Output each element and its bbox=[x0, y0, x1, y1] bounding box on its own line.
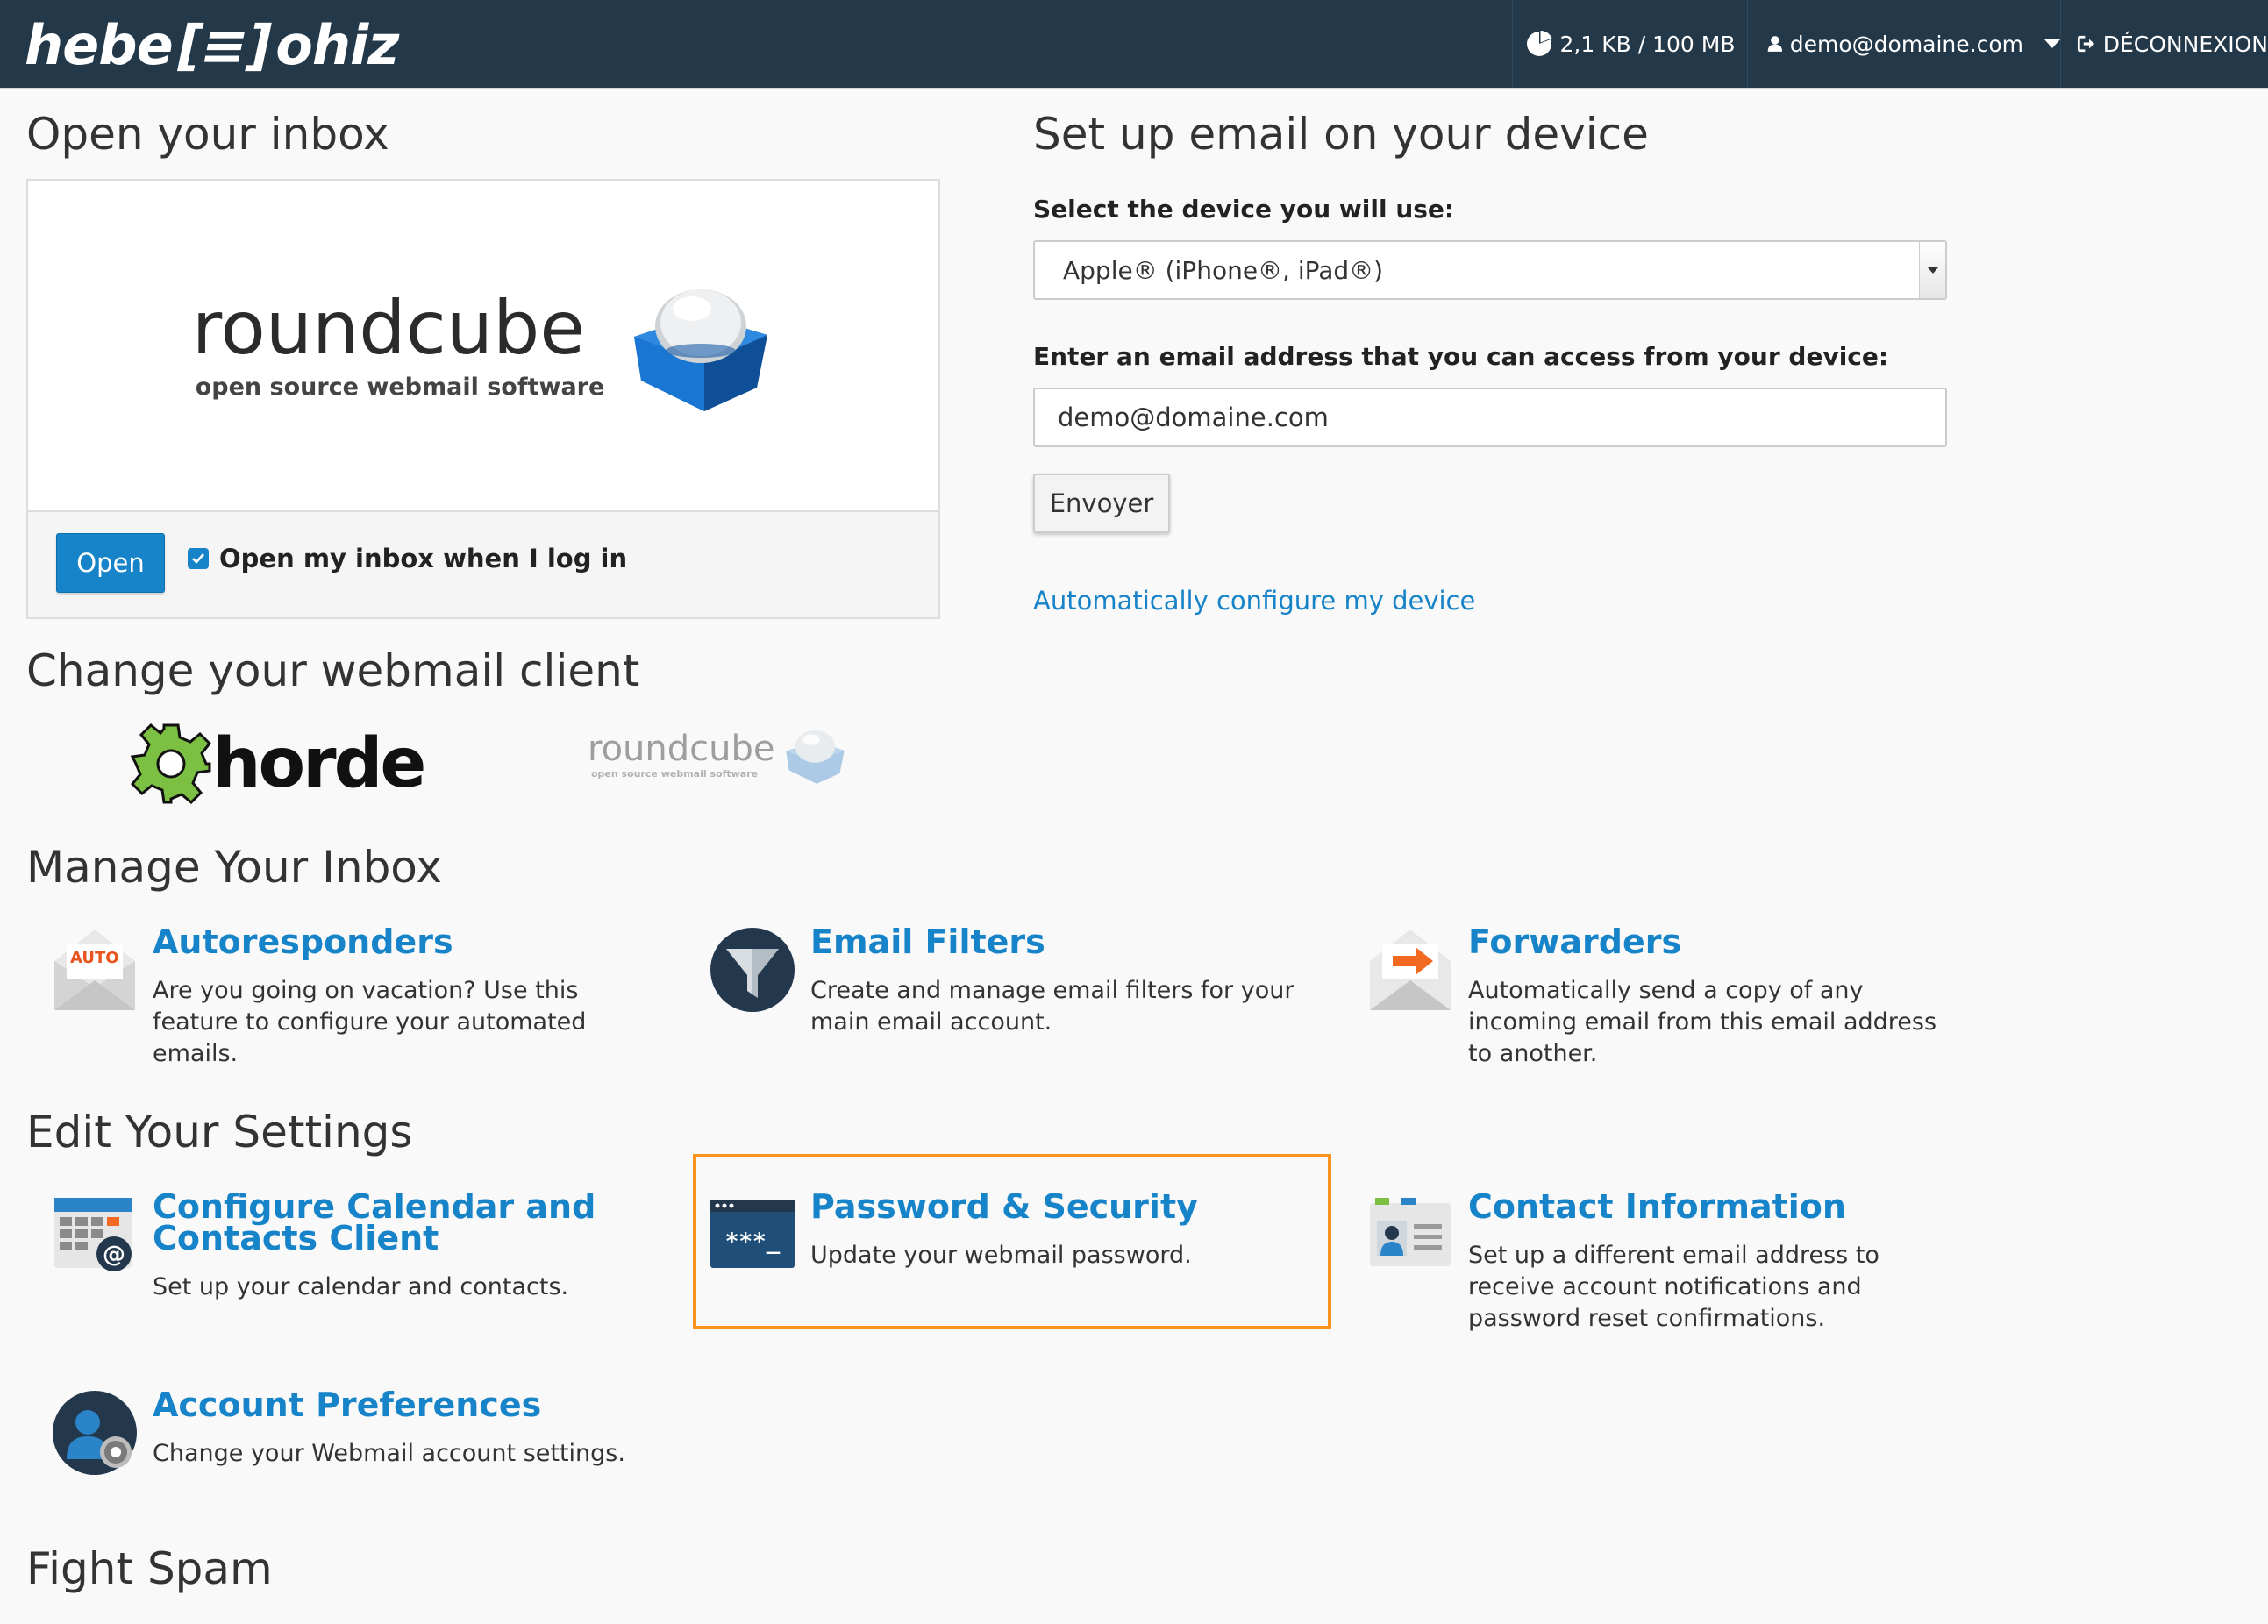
email-filters-item[interactable]: Email Filters Create and manage email fi… bbox=[709, 925, 1323, 1049]
open-on-login-option[interactable]: Open my inbox when I log in bbox=[188, 544, 627, 573]
forwarders-item[interactable]: Forwarders Automatically send a copy of … bbox=[1366, 925, 1980, 1067]
disk-usage: 2,1 KB / 100 MB bbox=[1512, 0, 1747, 88]
pie-chart-icon bbox=[1526, 30, 1552, 56]
calendar-contacts-item[interactable]: @ Configure Calendar and Contacts Client… bbox=[51, 1190, 665, 1331]
password-security-item[interactable]: ***_ Password & Security Update your web… bbox=[709, 1190, 1323, 1305]
open-inbox-panel: roundcube open source webmail software O… bbox=[26, 179, 940, 619]
account-preferences-desc: Change your Webmail account settings. bbox=[153, 1440, 625, 1467]
account-preferences-link[interactable]: Account Preferences bbox=[153, 1388, 541, 1421]
top-bar: hebe [≡] ohiz 2,1 KB / 100 MB demo@domai… bbox=[0, 0, 2268, 89]
roundcube-client-logo-text: roundcube open source webmail software bbox=[588, 731, 774, 780]
select-arrow-icon[interactable] bbox=[1919, 242, 1945, 298]
password-security-link[interactable]: Password & Security bbox=[810, 1190, 1198, 1223]
webmail-client-heading: Change your webmail client bbox=[26, 645, 640, 696]
device-email-input[interactable]: demo@domaine.com bbox=[1033, 388, 1947, 447]
roundcube-client-tagline: open source webmail software bbox=[591, 767, 759, 780]
autoresponders-desc: Are you going on vacation? Use this feat… bbox=[153, 977, 587, 1067]
contact-information-desc: Set up a different email address to rece… bbox=[1468, 1242, 1879, 1332]
email-filters-link[interactable]: Email Filters bbox=[810, 925, 1045, 958]
calendar-icon: @ bbox=[54, 1198, 132, 1271]
calendar-contacts-link[interactable]: Configure Calendar and Contacts Client bbox=[153, 1190, 644, 1255]
svg-text:@: @ bbox=[103, 1242, 125, 1268]
autoresponders-item[interactable]: AUTO Autoresponders Are you going on vac… bbox=[51, 925, 665, 1067]
open-on-login-checkbox[interactable] bbox=[188, 548, 209, 569]
password-icon-text: ***_ bbox=[725, 1229, 781, 1255]
open-inbox-footer: Open Open my inbox when I log in bbox=[28, 510, 938, 617]
fight-spam-heading: Fight Spam bbox=[26, 1543, 273, 1594]
disk-usage-text: 2,1 KB / 100 MB bbox=[1559, 31, 1736, 57]
roundcube-logo[interactable]: roundcube open source webmail software bbox=[28, 181, 938, 510]
logout-icon bbox=[2077, 35, 2095, 53]
send-button[interactable]: Envoyer bbox=[1033, 474, 1170, 533]
brand-logo[interactable]: hebe [≡] ohiz bbox=[25, 9, 399, 81]
roundcube-client-cube-icon bbox=[786, 730, 845, 784]
forwarders-link[interactable]: Forwarders bbox=[1468, 925, 1681, 958]
contact-information-item[interactable]: Contact Information Set up a different e… bbox=[1366, 1190, 1980, 1340]
horde-client-logo[interactable]: horde bbox=[130, 723, 426, 805]
open-inbox-button[interactable]: Open bbox=[56, 533, 165, 593]
roundcube-cube-icon bbox=[634, 289, 768, 411]
device-select-value: Apple® (iPhone®, iPad®) bbox=[1063, 255, 1384, 285]
auto-badge: AUTO bbox=[70, 949, 119, 967]
forwarder-icon bbox=[1370, 930, 1451, 1010]
roundcube-wordmark: roundcube bbox=[191, 284, 586, 371]
roundcube-client-logo[interactable]: roundcube open source webmail software bbox=[588, 724, 848, 786]
manage-inbox-heading: Manage Your Inbox bbox=[26, 842, 442, 893]
roundcube-logo-text: roundcube open source webmail software bbox=[192, 291, 605, 401]
account-preferences-icon bbox=[53, 1391, 137, 1475]
device-select-label: Select the device you will use: bbox=[1033, 195, 1455, 224]
filter-icon bbox=[710, 928, 795, 1012]
brand-logo-left: hebe bbox=[25, 12, 174, 77]
calendar-contacts-desc: Set up your calendar and contacts. bbox=[153, 1273, 569, 1300]
contact-card-icon bbox=[1370, 1198, 1451, 1266]
checkmark-icon bbox=[192, 553, 204, 564]
user-menu[interactable]: demo@domaine.com bbox=[1747, 0, 2060, 88]
user-email: demo@domaine.com bbox=[1789, 31, 2023, 57]
password-icon: ***_ bbox=[710, 1200, 795, 1268]
contact-information-link[interactable]: Contact Information bbox=[1468, 1190, 1846, 1223]
logout-label: DÉCONNEXION bbox=[2102, 31, 2268, 57]
horde-gear-icon bbox=[130, 723, 212, 805]
open-inbox-heading: Open your inbox bbox=[26, 109, 389, 160]
roundcube-client-wordmark: roundcube bbox=[588, 728, 775, 769]
device-select[interactable]: Apple® (iPhone®, iPad®) bbox=[1033, 240, 1947, 300]
horde-wordmark: horde bbox=[212, 724, 426, 803]
autoresponders-link[interactable]: Autoresponders bbox=[153, 925, 453, 958]
password-security-desc: Update your webmail password. bbox=[810, 1242, 1192, 1269]
email-filters-desc: Create and manage email filters for your… bbox=[810, 977, 1294, 1036]
device-setup-heading: Set up email on your device bbox=[1033, 109, 1649, 160]
edit-settings-heading: Edit Your Settings bbox=[26, 1107, 413, 1157]
forwarders-desc: Automatically send a copy of any incomin… bbox=[1468, 977, 1937, 1067]
open-on-login-label: Open my inbox when I log in bbox=[219, 544, 628, 573]
account-preferences-item[interactable]: Account Preferences Change your Webmail … bbox=[51, 1388, 665, 1485]
device-email-label: Enter an email address that you can acce… bbox=[1033, 342, 1889, 371]
autoresponder-icon bbox=[54, 930, 135, 1010]
roundcube-tagline: open source webmail software bbox=[195, 373, 605, 401]
chevron-down-icon bbox=[2044, 39, 2060, 48]
brand-logo-right: ohiz bbox=[275, 12, 399, 77]
user-icon bbox=[1767, 36, 1783, 52]
logout-link[interactable]: DÉCONNEXION bbox=[2060, 0, 2268, 88]
auto-configure-link[interactable]: Automatically configure my device bbox=[1033, 586, 1475, 616]
brand-logo-mark: [≡] bbox=[170, 12, 278, 77]
